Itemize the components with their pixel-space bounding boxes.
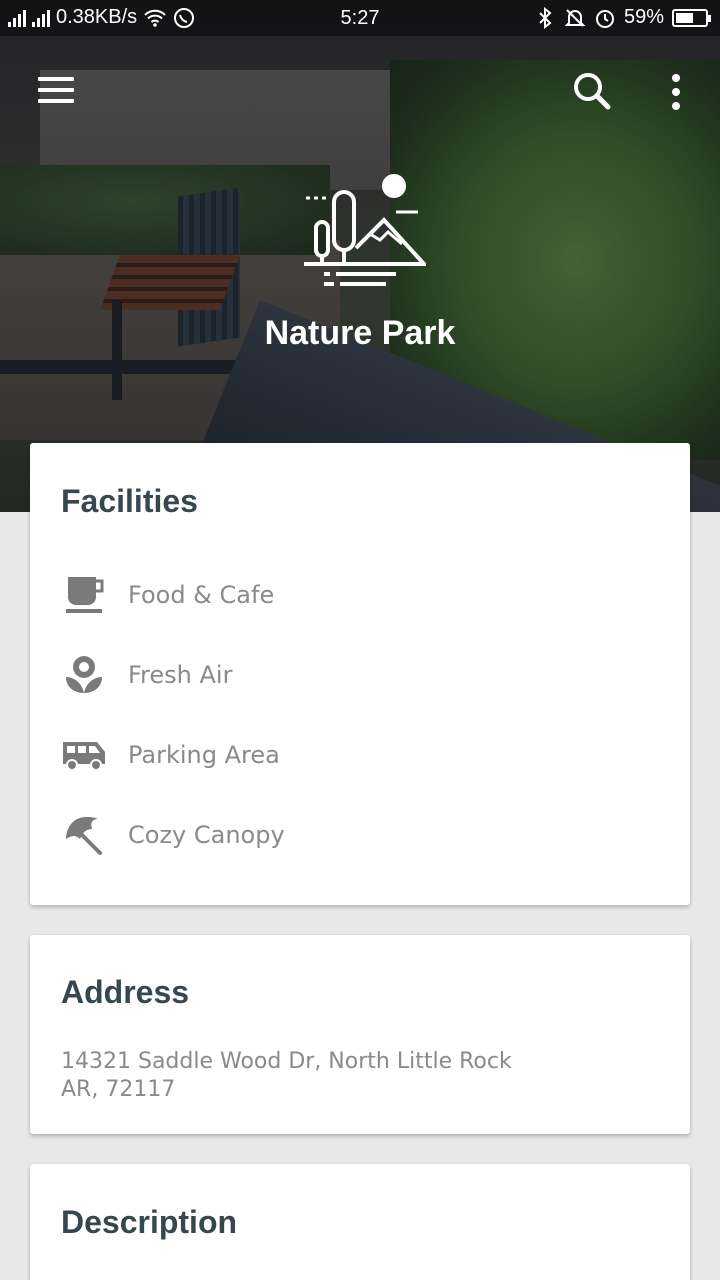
- facility-item-parking-area: Parking Area: [60, 727, 460, 783]
- page-title: Nature Park: [264, 314, 456, 352]
- facility-label: Food & Cafe: [128, 581, 275, 609]
- nature-park-logo-icon: [304, 174, 426, 286]
- facility-item-cozy-canopy: Cozy Canopy: [60, 807, 460, 863]
- park-detail-screen: 0.38KB/s 5:27 59% Nature Park Facilities…: [0, 0, 720, 1280]
- status-bar: 0.38KB/s 5:27 59%: [0, 0, 720, 36]
- address-line-1: 14321 Saddle Wood Dr, North Little Rock: [61, 1049, 512, 1074]
- bluetooth-icon: [539, 6, 552, 29]
- description-card: Description: [30, 1164, 690, 1280]
- mute-icon: [564, 8, 586, 27]
- facility-item-fresh-air: Fresh Air: [60, 647, 460, 703]
- flower-icon: [60, 651, 108, 699]
- facilities-heading: Facilities: [61, 483, 198, 519]
- coffee-cup-icon: [60, 571, 108, 619]
- facility-item-food-cafe: Food & Cafe: [60, 567, 460, 623]
- search-button[interactable]: [566, 66, 618, 118]
- facility-label: Parking Area: [128, 741, 280, 769]
- address-heading: Address: [61, 974, 190, 1010]
- address-text: 14321 Saddle Wood Dr, North Little Rock …: [61, 1048, 621, 1104]
- address-line-2: AR, 72117: [61, 1077, 176, 1102]
- address-card: Address 14321 Saddle Wood Dr, North Litt…: [30, 935, 690, 1134]
- bus-icon: [60, 731, 108, 779]
- facilities-card: Facilities Food & Cafe Fresh Air Parking…: [30, 443, 690, 905]
- menu-button[interactable]: [24, 66, 88, 114]
- facility-label: Fresh Air: [128, 661, 233, 689]
- description-heading: Description: [61, 1204, 238, 1240]
- umbrella-icon: [60, 811, 108, 859]
- alarm-icon: [595, 9, 614, 28]
- battery-percent: 59%: [623, 6, 664, 28]
- menu-icon: [38, 77, 74, 81]
- battery-icon: [672, 8, 711, 27]
- facility-label: Cozy Canopy: [128, 821, 285, 849]
- more-options-button[interactable]: [656, 66, 696, 118]
- app-bar: [0, 36, 720, 148]
